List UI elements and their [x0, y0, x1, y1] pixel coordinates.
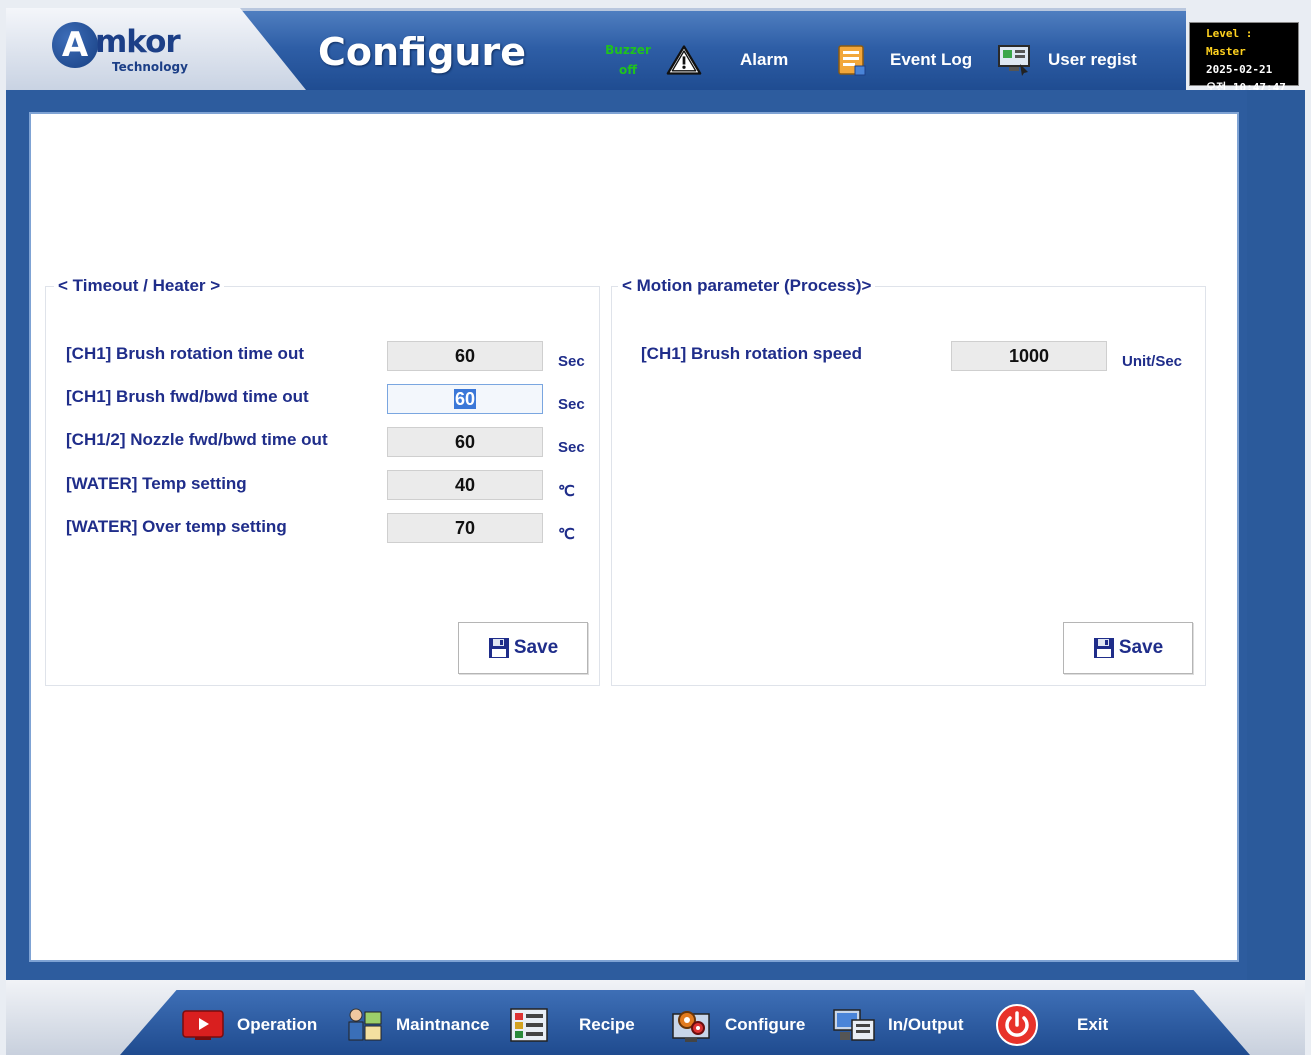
page-title: Configure — [318, 30, 526, 74]
amkor-logo-text: mkor — [95, 24, 181, 60]
nav-exit[interactable]: Exit — [995, 1003, 1108, 1047]
motion-parameter-title: < Motion parameter (Process)> — [618, 276, 876, 296]
water-temp-setting-input[interactable]: 40 — [387, 470, 543, 500]
power-icon — [995, 1004, 1039, 1046]
water-over-temp-setting-label: [WATER] Over temp setting — [66, 517, 287, 536]
maintenance-icon — [344, 1007, 384, 1043]
user-regist-button[interactable]: User regist — [996, 34, 1137, 86]
inoutput-icon — [832, 1007, 876, 1043]
nav-operation-label: Operation — [237, 1015, 318, 1034]
brush-fwd-bwd-timeout-unit: Sec — [558, 396, 585, 413]
user-register-icon — [996, 42, 1032, 78]
event-log-button[interactable]: Event Log — [834, 34, 972, 86]
buzzer-label: Buzzer — [605, 43, 651, 57]
recipe-icon — [509, 1007, 549, 1043]
nav-recipe-label: Recipe — [579, 1015, 635, 1034]
right-side-panel — [1247, 90, 1305, 980]
event-log-icon — [834, 42, 870, 78]
user-level: Level : Master — [1206, 27, 1253, 58]
brush-rotation-timeout-unit: Sec — [558, 353, 585, 370]
water-temp-setting-unit: ℃ — [558, 483, 575, 500]
motion-parameter-save-button[interactable]: Save — [1063, 622, 1193, 674]
nav-maintnance-label: Maintnance — [396, 1015, 490, 1034]
brush-fwd-bwd-timeout-value: 60 — [453, 389, 477, 409]
brush-fwd-bwd-timeout-input[interactable]: 60 — [387, 384, 543, 414]
nav-exit-label: Exit — [1077, 1015, 1109, 1034]
timeout-heater-save-label: Save — [513, 637, 559, 658]
buzzer-state: off — [619, 63, 637, 77]
amkor-logo-subtext: Technology — [112, 60, 188, 74]
water-temp-setting-label: [WATER] Temp setting — [66, 474, 247, 493]
alarm-label: Alarm — [740, 50, 789, 69]
nav-configure[interactable]: Configure — [669, 1003, 805, 1047]
brush-rotation-timeout-input[interactable]: 60 — [387, 341, 543, 371]
nav-maintnance[interactable]: Maintnance — [344, 1003, 490, 1047]
water-over-temp-setting-input[interactable]: 70 — [387, 513, 543, 543]
warning-triangle-icon — [666, 42, 702, 78]
nozzle-fwd-bwd-timeout-unit: Sec — [558, 439, 585, 456]
alarm-button[interactable]: Alarm — [666, 34, 788, 86]
timeout-heater-title: < Timeout / Heater > — [54, 276, 225, 296]
nozzle-fwd-bwd-timeout-label: [CH1/2] Nozzle fwd/bwd time out — [66, 430, 328, 449]
water-over-temp-setting-unit: ℃ — [558, 526, 575, 543]
motion-parameter-save-label: Save — [1118, 637, 1164, 658]
configure-gears-icon — [669, 1007, 713, 1043]
nav-operation[interactable]: Operation — [181, 1003, 317, 1047]
buzzer-status[interactable]: Buzzer off — [598, 40, 658, 82]
nav-configure-label: Configure — [725, 1015, 806, 1034]
nav-recipe[interactable]: Recipe — [509, 1003, 635, 1047]
event-log-label: Event Log — [890, 50, 973, 69]
nozzle-fwd-bwd-timeout-input[interactable]: 60 — [387, 427, 543, 457]
timeout-heater-save-button[interactable]: Save — [458, 622, 588, 674]
user-regist-label: User regist — [1048, 50, 1137, 69]
status-panel: Level : Master 2025-02-21 오전 10:47:47 — [1189, 22, 1299, 94]
brush-rotation-speed-input[interactable]: 1000 — [951, 341, 1107, 371]
nav-inoutput[interactable]: In/Output — [832, 1003, 964, 1047]
floppy-disk-icon — [1093, 637, 1115, 659]
play-screen-icon — [181, 1007, 225, 1043]
brush-rotation-timeout-label: [CH1] Brush rotation time out — [66, 344, 304, 363]
brush-rotation-speed-label: [CH1] Brush rotation speed — [641, 344, 863, 363]
nav-inoutput-label: In/Output — [888, 1015, 964, 1034]
amkor-logo-mark: A — [52, 22, 98, 68]
brush-rotation-speed-unit: Unit/Sec — [1122, 353, 1183, 370]
floppy-disk-icon — [488, 637, 510, 659]
current-date: 2025-02-21 — [1206, 63, 1273, 76]
brush-fwd-bwd-timeout-label: [CH1] Brush fwd/bwd time out — [66, 387, 309, 406]
